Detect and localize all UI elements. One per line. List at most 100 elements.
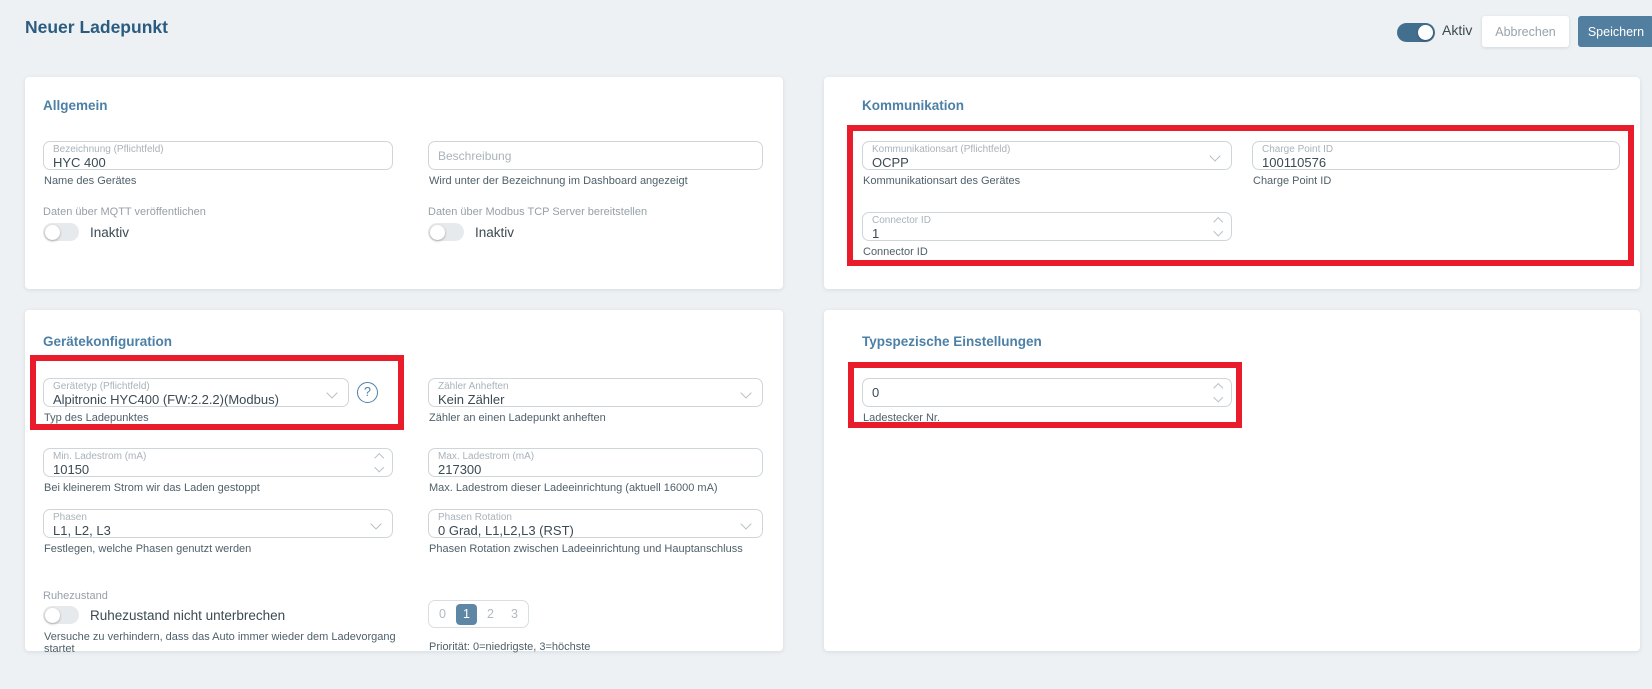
number-stepper[interactable] bbox=[376, 455, 383, 470]
phasen-rotation-helper: Phasen Rotation zwischen Ladeeinrichtung… bbox=[429, 543, 763, 555]
modbus-toggle-label: Daten über Modbus TCP Server bereitstell… bbox=[428, 206, 788, 218]
zaehler-label: Zähler Anheften bbox=[438, 381, 736, 393]
max-ladestrom-value: 217300 bbox=[438, 463, 736, 477]
chevron-down-icon[interactable] bbox=[1209, 150, 1220, 161]
bezeichnung-input[interactable]: Bezeichnung (Pflichtfeld) HYC 400 bbox=[43, 141, 393, 170]
mqtt-toggle-label: Daten über MQTT veröffentlichen bbox=[43, 206, 403, 218]
zaehler-value: Kein Zähler bbox=[438, 393, 736, 407]
card-allgemein: Allgemein Bezeichnung (Pflichtfeld) HYC … bbox=[25, 77, 783, 289]
kommunikationsart-helper: Kommunikationsart des Gerätes bbox=[863, 175, 1232, 187]
card-title-typspezifisch: Typspezische Einstellungen bbox=[862, 334, 1042, 349]
min-ladestrom-helper: Bei kleinerem Strom wir das Laden gestop… bbox=[44, 482, 393, 494]
number-stepper[interactable] bbox=[1215, 219, 1222, 234]
chevron-down-icon[interactable] bbox=[1213, 226, 1222, 235]
chevron-down-icon[interactable] bbox=[374, 462, 383, 471]
zaehler-select[interactable]: Zähler Anheften Kein Zähler bbox=[428, 378, 763, 407]
bezeichnung-helper: Name des Gerätes bbox=[44, 175, 393, 187]
active-toggle[interactable] bbox=[1397, 23, 1435, 42]
max-ladestrom-input[interactable]: Max. Ladestrom (mA) 217300 bbox=[428, 448, 763, 477]
charge-point-id-label: Charge Point ID bbox=[1262, 144, 1593, 156]
priority-option-2[interactable]: 2 bbox=[480, 604, 501, 625]
ladestecker-value: 0 bbox=[872, 386, 1205, 400]
min-ladestrom-value: 10150 bbox=[53, 463, 366, 477]
toggle-knob bbox=[430, 225, 445, 240]
phasen-select[interactable]: Phasen L1, L2, L3 bbox=[43, 509, 393, 538]
min-ladestrom-label: Min. Ladestrom (mA) bbox=[53, 451, 366, 463]
card-title-kommunikation: Kommunikation bbox=[862, 98, 964, 113]
ladestecker-input[interactable]: 0 bbox=[862, 378, 1232, 407]
max-ladestrom-label: Max. Ladestrom (mA) bbox=[438, 451, 736, 463]
connector-id-value: 1 bbox=[872, 227, 1205, 241]
phasen-value: L1, L2, L3 bbox=[53, 524, 366, 538]
phasen-rotation-select[interactable]: Phasen Rotation 0 Grad, L1,L2,L3 (RST) bbox=[428, 509, 763, 538]
chevron-down-icon[interactable] bbox=[326, 387, 337, 398]
card-geraetekonfiguration: Gerätekonfiguration Gerätetyp (Pflichtfe… bbox=[25, 310, 783, 651]
geraetetyp-value: Alpitronic HYC400 (FW:2.2.2)(Modbus) bbox=[53, 393, 322, 407]
ruhezustand-helper: Versuche zu verhindern, dass das Auto im… bbox=[44, 631, 423, 655]
connector-id-input[interactable]: Connector ID 1 bbox=[862, 212, 1232, 241]
mqtt-toggle-block: Daten über MQTT veröffentlichen Inaktiv bbox=[43, 206, 403, 241]
toggle-knob bbox=[1418, 25, 1433, 40]
kommunikationsart-select[interactable]: Kommunikationsart (Pflichtfeld) OCPP bbox=[862, 141, 1232, 170]
bezeichnung-field: Bezeichnung (Pflichtfeld) HYC 400 Name d… bbox=[43, 141, 393, 187]
priority-helper: Priorität: 0=niedrigste, 3=höchste bbox=[429, 641, 590, 653]
active-toggle-label: Aktiv bbox=[1442, 22, 1472, 38]
chevron-down-icon[interactable] bbox=[740, 518, 751, 529]
card-typspezifisch: Typspezische Einstellungen 0 Ladestecker… bbox=[824, 310, 1640, 651]
modbus-toggle-state: Inaktiv bbox=[475, 225, 514, 240]
charge-point-id-value: 100110576 bbox=[1262, 156, 1593, 170]
bezeichnung-value: HYC 400 bbox=[53, 156, 366, 170]
kommunikationsart-label: Kommunikationsart (Pflichtfeld) bbox=[872, 144, 1205, 156]
priority-option-3[interactable]: 3 bbox=[504, 604, 525, 625]
phasen-field: Phasen L1, L2, L3 Festlegen, welche Phas… bbox=[43, 509, 393, 555]
ruhezustand-state: Ruhezustand nicht unterbrechen bbox=[90, 608, 285, 623]
help-icon[interactable]: ? bbox=[357, 382, 378, 403]
chevron-down-icon[interactable] bbox=[1213, 392, 1222, 401]
ladestecker-helper: Ladestecker Nr. bbox=[863, 412, 1232, 424]
chevron-down-icon[interactable] bbox=[370, 518, 381, 529]
connector-id-label: Connector ID bbox=[872, 215, 1205, 227]
save-button[interactable]: Speichern bbox=[1578, 16, 1652, 47]
beschreibung-input[interactable]: Beschreibung bbox=[428, 141, 763, 170]
ruhezustand-toggle[interactable] bbox=[43, 606, 79, 624]
kommunikationsart-value: OCPP bbox=[872, 156, 1205, 170]
toggle-knob bbox=[45, 608, 60, 623]
mqtt-toggle-state: Inaktiv bbox=[90, 225, 129, 240]
min-ladestrom-field: Min. Ladestrom (mA) 10150 Bei kleinerem … bbox=[43, 448, 393, 494]
toggle-knob bbox=[45, 225, 60, 240]
ruhezustand-block: Ruhezustand Ruhezustand nicht unterbrech… bbox=[43, 590, 423, 655]
min-ladestrom-input[interactable]: Min. Ladestrom (mA) 10150 bbox=[43, 448, 393, 477]
geraetetyp-select[interactable]: Gerätetyp (Pflichtfeld) Alpitronic HYC40… bbox=[43, 378, 349, 407]
beschreibung-helper: Wird unter der Bezeichnung im Dashboard … bbox=[429, 175, 763, 187]
ruhezustand-label: Ruhezustand bbox=[43, 590, 423, 602]
phasen-rotation-label: Phasen Rotation bbox=[438, 512, 736, 524]
cancel-button[interactable]: Abbrechen bbox=[1482, 16, 1569, 47]
number-stepper[interactable] bbox=[1215, 385, 1222, 400]
charge-point-id-helper: Charge Point ID bbox=[1253, 175, 1620, 187]
priority-option-1-selected[interactable]: 1 bbox=[456, 604, 477, 625]
kommunikationsart-field: Kommunikationsart (Pflichtfeld) OCPP Kom… bbox=[862, 141, 1232, 187]
charge-point-id-input[interactable]: Charge Point ID 100110576 bbox=[1252, 141, 1620, 170]
modbus-toggle[interactable] bbox=[428, 223, 464, 241]
mqtt-toggle[interactable] bbox=[43, 223, 79, 241]
max-ladestrom-helper: Max. Ladestrom dieser Ladeeinrichtung (a… bbox=[429, 482, 763, 494]
priority-option-0[interactable]: 0 bbox=[432, 604, 453, 625]
beschreibung-placeholder: Beschreibung bbox=[438, 149, 736, 163]
phasen-rotation-value: 0 Grad, L1,L2,L3 (RST) bbox=[438, 524, 736, 538]
chevron-down-icon[interactable] bbox=[740, 387, 751, 398]
max-ladestrom-field: Max. Ladestrom (mA) 217300 Max. Ladestro… bbox=[428, 448, 763, 494]
geraetetyp-label: Gerätetyp (Pflichtfeld) bbox=[53, 381, 322, 393]
phasen-rotation-field: Phasen Rotation 0 Grad, L1,L2,L3 (RST) P… bbox=[428, 509, 763, 555]
connector-id-field: Connector ID 1 Connector ID bbox=[862, 212, 1232, 258]
geraetetyp-helper: Typ des Ladepunktes bbox=[44, 412, 349, 424]
priority-selector: 0 1 2 3 bbox=[428, 600, 529, 628]
bezeichnung-label: Bezeichnung (Pflichtfeld) bbox=[53, 144, 366, 156]
card-title-geraetekonfiguration: Gerätekonfiguration bbox=[43, 334, 172, 349]
card-title-allgemein: Allgemein bbox=[43, 98, 108, 113]
charge-point-id-field: Charge Point ID 100110576 Charge Point I… bbox=[1252, 141, 1620, 187]
geraetetyp-field: Gerätetyp (Pflichtfeld) Alpitronic HYC40… bbox=[43, 378, 349, 424]
connector-id-helper: Connector ID bbox=[863, 246, 1232, 258]
zaehler-helper: Zähler an einen Ladepunkt anheften bbox=[429, 412, 763, 424]
card-kommunikation: Kommunikation Kommunikationsart (Pflicht… bbox=[824, 77, 1640, 289]
phasen-label: Phasen bbox=[53, 512, 366, 524]
